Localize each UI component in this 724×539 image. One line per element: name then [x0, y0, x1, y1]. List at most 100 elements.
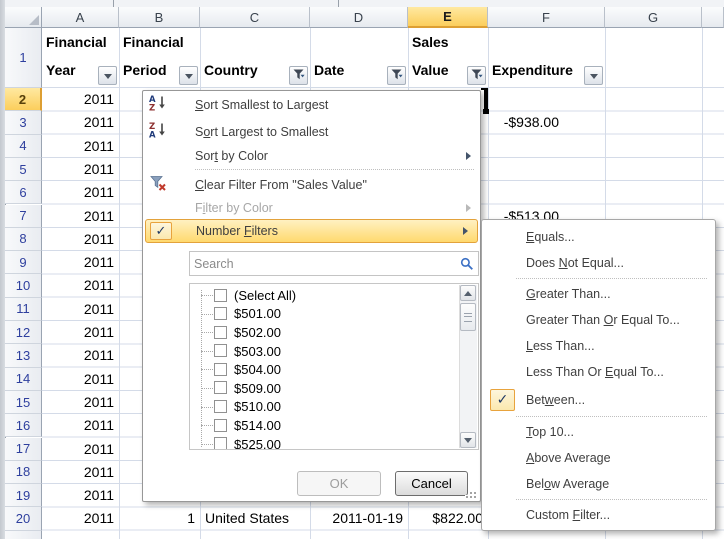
- scroll-down-button[interactable]: [460, 432, 476, 448]
- cell-f3[interactable]: -$938.00: [488, 111, 605, 134]
- row-header-15[interactable]: 15: [5, 391, 42, 414]
- row-header-13[interactable]: 13: [5, 344, 42, 367]
- cell-a5[interactable]: 2011: [42, 158, 119, 181]
- cell-a12[interactable]: 2011: [42, 321, 119, 344]
- checkbox-icon: [214, 381, 227, 394]
- filter-value-option[interactable]: $510.00: [190, 398, 460, 417]
- row-header-4[interactable]: 4: [5, 135, 42, 158]
- row-header-16[interactable]: 16: [5, 414, 42, 437]
- submenu-item-equals[interactable]: Equals...: [482, 224, 715, 250]
- cell-a15[interactable]: 2011: [42, 391, 119, 414]
- cell-a4[interactable]: 2011: [42, 135, 119, 158]
- row-header-9[interactable]: 9: [5, 251, 42, 274]
- filter-button-e[interactable]: [467, 66, 486, 85]
- row-header-18[interactable]: 18: [5, 461, 42, 484]
- filter-value-option[interactable]: $502.00: [190, 323, 460, 342]
- menu-item-sort-largest-to-smallest[interactable]: ZASort Largest to Smallest: [143, 118, 480, 145]
- submenu-item-label: Equals...: [526, 230, 715, 244]
- row-header-6[interactable]: 6: [5, 181, 42, 204]
- row-header-1[interactable]: 1: [5, 28, 42, 88]
- cell-a10[interactable]: 2011: [42, 274, 119, 297]
- row-header-20[interactable]: 20: [5, 507, 42, 530]
- row-header-11[interactable]: 11: [5, 298, 42, 321]
- column-header-g[interactable]: G: [605, 7, 702, 28]
- column-header-f[interactable]: F: [488, 7, 605, 28]
- submenu-item-greater-than-or-equal-to[interactable]: Greater Than Or Equal To...: [482, 307, 715, 333]
- row-header-2[interactable]: 2: [5, 88, 42, 111]
- menu-item-sort-by-color[interactable]: Sort by Color: [143, 145, 480, 167]
- column-header-e[interactable]: E: [408, 7, 488, 28]
- cell-e20[interactable]: $822.00: [408, 507, 488, 530]
- cell-a11[interactable]: 2011: [42, 298, 119, 321]
- column-header-b[interactable]: B: [119, 7, 200, 28]
- row-header-5[interactable]: 5: [5, 158, 42, 181]
- row-header-14[interactable]: 14: [5, 368, 42, 391]
- filter-value-option[interactable]: $514.00: [190, 416, 460, 435]
- scroll-thumb[interactable]: [460, 303, 476, 331]
- filter-value-option[interactable]: $503.00: [190, 342, 460, 361]
- row-header-3[interactable]: 3: [5, 111, 42, 134]
- cell-a18[interactable]: 2011: [42, 461, 119, 484]
- submenu-item-label: Above Average: [526, 451, 715, 465]
- filter-value-option[interactable]: $509.00: [190, 379, 460, 398]
- cell-a20[interactable]: 2011: [42, 507, 119, 530]
- filter-button-b[interactable]: [179, 66, 198, 85]
- menu-item-filter-by-color[interactable]: Filter by Color: [143, 197, 480, 219]
- filter-button-d[interactable]: [387, 66, 406, 85]
- filter-value-option[interactable]: $525.00: [190, 435, 460, 449]
- cell-a7[interactable]: 2011: [42, 205, 119, 228]
- resize-grip[interactable]: [465, 491, 476, 498]
- row-header-7[interactable]: 7: [5, 205, 42, 228]
- filter-value-option[interactable]: $504.00: [190, 360, 460, 379]
- submenu-item-custom-filter[interactable]: Custom Filter...: [482, 502, 715, 528]
- column-header-c[interactable]: C: [200, 7, 310, 28]
- submenu-item-less-than-or-equal-to[interactable]: Less Than Or Equal To...: [482, 359, 715, 385]
- filter-button-f[interactable]: [584, 66, 603, 85]
- row-header-17[interactable]: 17: [5, 438, 42, 461]
- submenu-item-between[interactable]: ✓Between...: [482, 385, 715, 414]
- scroll-up-button[interactable]: [460, 285, 476, 301]
- cell-a3[interactable]: 2011: [42, 111, 119, 134]
- select-all-corner[interactable]: [5, 7, 42, 28]
- filter-value-option[interactable]: $501.00: [190, 305, 460, 324]
- cell-b20[interactable]: 1: [119, 507, 200, 530]
- cell-a6[interactable]: 2011: [42, 181, 119, 204]
- cell-a13[interactable]: 2011: [42, 344, 119, 367]
- filter-button-a[interactable]: [98, 66, 117, 85]
- filter-button-c[interactable]: [289, 66, 308, 85]
- ok-button[interactable]: OK: [297, 471, 381, 496]
- submenu-item-top-10[interactable]: Top 10...: [482, 419, 715, 445]
- column-header-a[interactable]: A: [42, 7, 119, 28]
- submenu-item-less-than[interactable]: Less Than...: [482, 333, 715, 359]
- search-input[interactable]: [190, 257, 460, 271]
- row-header-8[interactable]: 8: [5, 228, 42, 251]
- cell-a19[interactable]: 2011: [42, 484, 119, 507]
- cell-d20[interactable]: 2011-01-19: [310, 507, 408, 530]
- cancel-button[interactable]: Cancel: [395, 471, 468, 496]
- submenu-item-does-not-equal[interactable]: Does Not Equal...: [482, 250, 715, 276]
- row-header-10[interactable]: 10: [5, 274, 42, 297]
- cell-a9[interactable]: 2011: [42, 251, 119, 274]
- cell-a16[interactable]: 2011: [42, 414, 119, 437]
- submenu-item-greater-than[interactable]: Greater Than...: [482, 281, 715, 307]
- menu-item-clear-filter-from-sales-value[interactable]: Clear Filter From "Sales Value": [143, 172, 480, 197]
- menu-item-sort-smallest-to-largest[interactable]: AZSort Smallest to Largest: [143, 91, 480, 118]
- cell-a2[interactable]: 2011: [42, 88, 119, 111]
- cell-a17[interactable]: 2011: [42, 438, 119, 461]
- submenu-item-below-average[interactable]: Below Average: [482, 471, 715, 497]
- row-header-12[interactable]: 12: [5, 321, 42, 344]
- filter-value-option[interactable]: (Select All): [190, 286, 460, 305]
- menu-item-label: Number Filters: [196, 224, 463, 238]
- menu-item-number-filters[interactable]: ✓Number Filters: [145, 219, 478, 243]
- list-scrollbar[interactable]: [459, 285, 477, 448]
- svg-text:A: A: [149, 131, 156, 140]
- cell-a14[interactable]: 2011: [42, 368, 119, 391]
- search-icon[interactable]: [460, 257, 474, 271]
- column-header-d[interactable]: D: [310, 7, 408, 28]
- cell-a8[interactable]: 2011: [42, 228, 119, 251]
- submenu-item-above-average[interactable]: Above Average: [482, 445, 715, 471]
- row-header-19[interactable]: 19: [5, 484, 42, 507]
- search-box[interactable]: [189, 251, 479, 276]
- fill-handle[interactable]: [483, 109, 489, 114]
- cell-c20[interactable]: United States: [200, 507, 310, 530]
